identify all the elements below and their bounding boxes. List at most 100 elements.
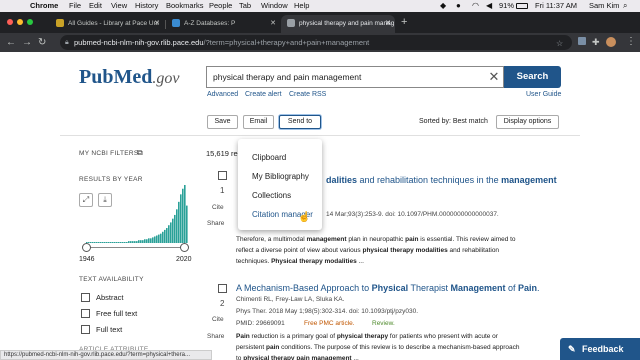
histogram-bar[interactable] — [166, 228, 168, 243]
histogram-bar[interactable] — [128, 241, 130, 243]
histogram-bar[interactable] — [160, 233, 162, 243]
new-tab-icon[interactable]: + — [401, 15, 407, 30]
year-slider-track[interactable] — [86, 247, 186, 248]
histogram-bar[interactable] — [172, 218, 174, 243]
wifi-icon[interactable]: ◠ — [472, 0, 479, 12]
pubmed-logo[interactable]: PubMed.gov — [79, 66, 179, 89]
extension-icon[interactable] — [578, 37, 586, 45]
histogram-bar[interactable] — [182, 188, 184, 243]
back-arrow-icon[interactable]: ← — [6, 36, 16, 49]
menu-window[interactable]: Window — [261, 0, 288, 12]
result-1-cite[interactable]: Cite — [212, 204, 224, 211]
histogram-bar[interactable] — [112, 242, 114, 243]
histogram-bar[interactable] — [152, 237, 154, 243]
my-ncbi-filters-heading[interactable]: MY NCBI FILTERS — [79, 150, 139, 157]
histogram-bar[interactable] — [90, 242, 92, 243]
histogram-bar[interactable] — [186, 205, 188, 243]
histogram-bar[interactable] — [106, 242, 108, 243]
reload-icon[interactable]: ↻ — [38, 36, 46, 49]
histogram-bar[interactable] — [156, 235, 158, 243]
menu-people[interactable]: People — [209, 0, 232, 12]
histogram-bar[interactable] — [148, 238, 150, 243]
puzzle-extensions-icon[interactable]: ✚ — [592, 36, 600, 49]
create-alert-link[interactable]: Create alert — [245, 91, 282, 98]
menu-history[interactable]: History — [135, 0, 158, 12]
create-rss-link[interactable]: Create RSS — [289, 91, 326, 98]
histogram-bar[interactable] — [178, 201, 180, 243]
tab-pubmed-active[interactable]: physical therapy and pain manag ✕ — [281, 15, 395, 33]
histogram-bar[interactable] — [102, 242, 104, 243]
external-link-icon[interactable]: ⧉ — [137, 148, 143, 158]
bookmark-star-icon[interactable]: ☆ — [556, 37, 563, 50]
histogram-bar[interactable] — [168, 225, 170, 243]
histogram-bar[interactable] — [92, 242, 94, 243]
menu-view[interactable]: View — [111, 0, 127, 12]
histogram-bar[interactable] — [140, 240, 142, 243]
dropdown-item-collections[interactable]: Collections — [252, 191, 291, 200]
send-to-button[interactable]: Send to — [279, 115, 321, 129]
user-guide-link[interactable]: User Guide — [526, 91, 561, 98]
result-1-title[interactable]: dalities and rehabilitation techniques i… — [326, 175, 557, 185]
histogram-bar[interactable] — [146, 239, 148, 243]
address-bar[interactable]: 🔒︎ pubmed-ncbi-nlm-nih-gov.rlib.pace.edu… — [60, 35, 572, 50]
full-text-checkbox-label[interactable]: Full text — [96, 325, 122, 334]
battery-icon[interactable] — [516, 3, 528, 9]
menu-file[interactable]: File — [69, 0, 81, 12]
display-options-button[interactable]: Display options — [496, 115, 559, 129]
histogram-bar[interactable] — [142, 240, 144, 243]
abstract-checkbox[interactable] — [81, 293, 90, 302]
volume-icon[interactable]: ◀ — [486, 0, 492, 12]
dropdown-item-clipboard[interactable]: Clipboard — [252, 153, 286, 162]
clock[interactable]: Fri 11:37 AM — [535, 0, 577, 12]
search-input[interactable]: physical therapy and pain management — [206, 66, 504, 88]
histogram-bar[interactable] — [122, 242, 124, 243]
feedback-button[interactable]: ✎ Feedback — [560, 338, 640, 360]
histogram-bar[interactable] — [138, 240, 140, 243]
abstract-checkbox-label[interactable]: Abstract — [96, 293, 124, 302]
histogram-bar[interactable] — [130, 241, 132, 243]
histogram-bar[interactable] — [110, 242, 112, 243]
histogram-bar[interactable] — [124, 242, 126, 243]
histogram-bar[interactable] — [108, 242, 110, 243]
creative-cloud-icon[interactable]: ● — [456, 0, 461, 12]
histogram-bar[interactable] — [94, 242, 96, 243]
minimize-window-icon[interactable] — [17, 19, 23, 25]
close-window-icon[interactable] — [7, 19, 13, 25]
sort-order[interactable]: Sorted by: Best match — [419, 118, 488, 125]
email-button[interactable]: Email — [243, 115, 274, 129]
histogram-bar[interactable] — [120, 242, 122, 243]
histogram-bar[interactable] — [100, 242, 102, 243]
histogram-bar[interactable] — [114, 242, 116, 243]
menu-app-name[interactable]: Chrome — [30, 0, 58, 12]
histogram-bar[interactable] — [144, 239, 146, 243]
histogram-bar[interactable] — [170, 222, 172, 243]
clear-search-icon[interactable]: ✕ — [484, 66, 504, 88]
histogram-bar[interactable] — [118, 242, 120, 243]
menu-tab[interactable]: Tab — [239, 0, 251, 12]
result-1-share[interactable]: Share — [207, 220, 224, 227]
dropdown-item-my-bibliography[interactable]: My Bibliography — [252, 172, 309, 181]
advanced-link[interactable]: Advanced — [207, 91, 238, 98]
user-name[interactable]: Sam Kim — [589, 0, 619, 12]
forward-arrow-icon[interactable]: → — [22, 36, 32, 49]
close-tab-icon[interactable]: ✕ — [385, 15, 391, 33]
year-slider-start-handle[interactable] — [82, 243, 91, 252]
histogram-bar[interactable] — [176, 209, 178, 243]
histogram-bar[interactable] — [126, 242, 128, 243]
histogram-bar[interactable] — [132, 241, 134, 243]
histogram-bar[interactable] — [162, 231, 164, 243]
result-2-cite[interactable]: Cite — [212, 316, 224, 323]
histogram-bar[interactable] — [96, 242, 98, 243]
histogram-bar[interactable] — [136, 241, 138, 243]
result-2-title[interactable]: A Mechanism-Based Approach to Physical T… — [236, 283, 540, 293]
result-2-checkbox[interactable] — [218, 284, 227, 293]
free-full-text-checkbox-label[interactable]: Free full text — [96, 309, 137, 318]
histogram-bar[interactable] — [134, 241, 136, 243]
histogram-bar[interactable] — [154, 236, 156, 243]
menu-edit[interactable]: Edit — [89, 0, 102, 12]
histogram-bar[interactable] — [174, 214, 176, 243]
tab-all-guides[interactable]: All Guides - Library at Pace Uni ✕ — [50, 15, 164, 33]
maximize-window-icon[interactable] — [27, 19, 33, 25]
free-full-text-checkbox[interactable] — [81, 309, 90, 318]
histogram-bar[interactable] — [104, 242, 106, 243]
